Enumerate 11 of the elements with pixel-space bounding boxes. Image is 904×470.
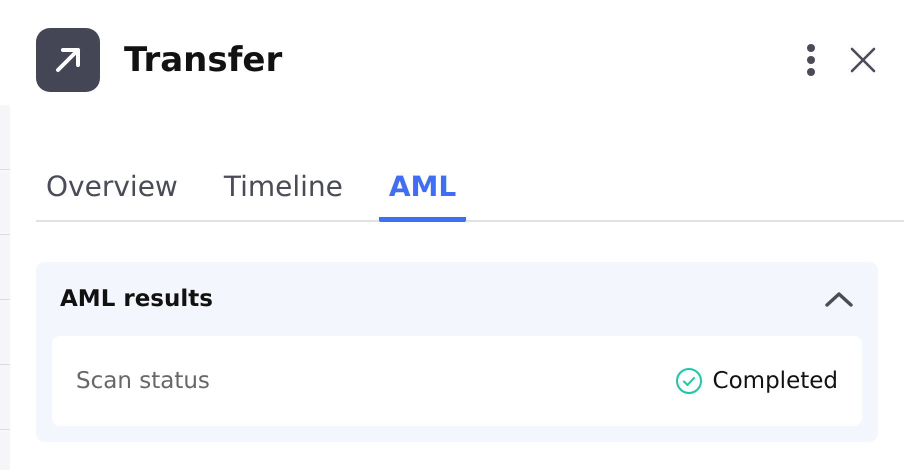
section-title: AML results (60, 286, 213, 312)
more-icon[interactable] (806, 43, 816, 77)
close-icon[interactable] (850, 47, 876, 73)
chevron-icon[interactable] (824, 290, 854, 308)
row-value: Completed (712, 368, 838, 394)
tab[interactable]: AML (378, 166, 466, 222)
tab[interactable]: Overview (36, 166, 188, 222)
check-circle-icon (674, 367, 703, 395)
row-label: Scan status (76, 368, 210, 394)
panel-title: Transfer (124, 40, 282, 80)
tab[interactable]: Timeline (214, 166, 353, 222)
